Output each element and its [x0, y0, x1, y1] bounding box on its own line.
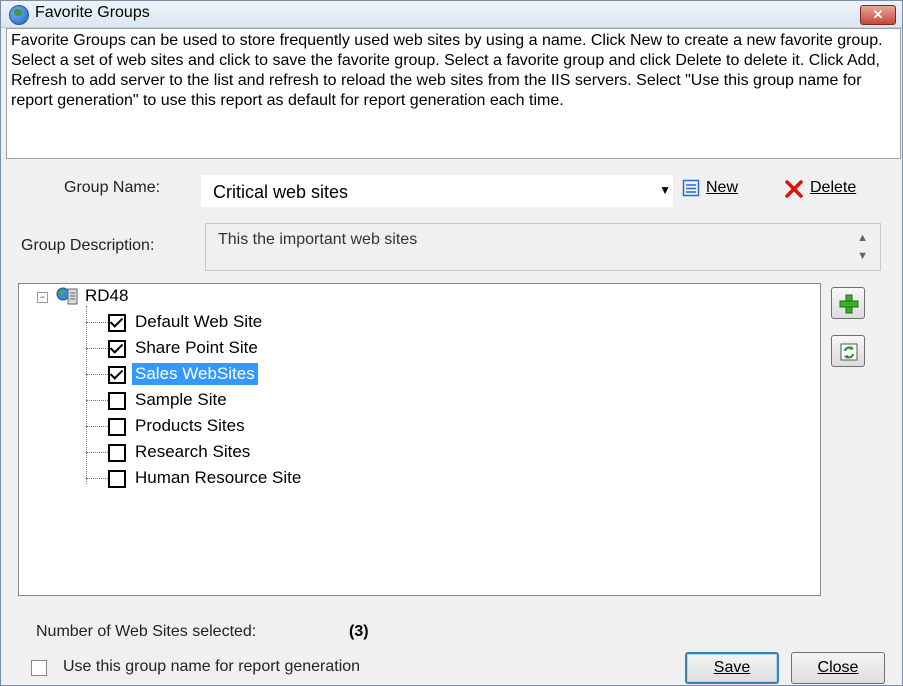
close-button[interactable]: Close: [791, 652, 885, 684]
tree-item-label[interactable]: Products Sites: [132, 415, 248, 437]
delete-link[interactable]: Delete: [810, 179, 856, 197]
close-button-label: Close: [817, 659, 859, 676]
tree-item[interactable]: Default Web Site: [86, 311, 786, 333]
tree-connector: [86, 452, 108, 453]
tree-item-checkbox[interactable]: [108, 470, 126, 488]
tree-item-checkbox[interactable]: [108, 314, 126, 332]
new-link[interactable]: New: [706, 179, 738, 197]
instructions-text: Favorite Groups can be used to store fre…: [6, 28, 901, 159]
delete-x-icon[interactable]: [784, 179, 804, 199]
tree-item-label[interactable]: Research Sites: [132, 441, 253, 463]
tree-connector: [86, 322, 108, 323]
title-bar: Favorite Groups ✕: [1, 1, 902, 28]
scroll-up-icon[interactable]: ▲: [857, 232, 868, 244]
tree-connector: [86, 426, 108, 427]
report-generation-label[interactable]: Use this group name for report generatio…: [63, 658, 360, 676]
window-close-button[interactable]: ✕: [860, 5, 896, 25]
group-name-value: Critical web sites: [213, 182, 349, 202]
collapse-toggle-icon[interactable]: −: [37, 292, 48, 303]
tree-item[interactable]: Sales WebSites: [86, 363, 786, 385]
add-server-button[interactable]: [831, 287, 865, 319]
scroll-down-icon[interactable]: ▼: [857, 250, 868, 262]
group-description-value: This the important web sites: [218, 231, 418, 248]
tree-item-checkbox[interactable]: [108, 444, 126, 462]
save-button-label: Save: [713, 659, 751, 676]
favorite-groups-dialog: Favorite Groups ✕ Favorite Groups can be…: [0, 0, 903, 686]
tree-connector: [86, 374, 108, 375]
tree-item[interactable]: Products Sites: [86, 415, 786, 437]
tree-item-checkbox[interactable]: [108, 340, 126, 358]
selected-count-label: Number of Web Sites selected:: [36, 623, 257, 640]
group-name-combobox[interactable]: Critical web sites ▼: [201, 175, 673, 207]
tree-root-label[interactable]: RD48: [85, 286, 128, 306]
tree-item-checkbox[interactable]: [108, 392, 126, 410]
globe-icon: [9, 5, 29, 25]
group-description-label: Group Description:: [21, 237, 155, 254]
tree-item-label[interactable]: Human Resource Site: [132, 467, 304, 489]
tree-connector: [86, 400, 108, 401]
tree-item[interactable]: Share Point Site: [86, 337, 786, 359]
tree-connector: [86, 348, 108, 349]
chevron-down-icon[interactable]: ▼: [659, 183, 671, 197]
refresh-icon: [840, 343, 858, 361]
plus-icon: [839, 294, 859, 314]
delete-link-label: Delete: [810, 179, 857, 196]
tree-item-label[interactable]: Sample Site: [132, 389, 230, 411]
selected-count-value: (3): [349, 623, 369, 640]
tree-item[interactable]: Human Resource Site: [86, 467, 786, 489]
tree-item-label[interactable]: Sales WebSites: [132, 363, 258, 385]
tree-item-checkbox[interactable]: [108, 418, 126, 436]
new-link-label: New: [706, 179, 739, 196]
save-button[interactable]: Save: [685, 652, 779, 684]
group-description-field[interactable]: This the important web sites ▲ ▼: [205, 223, 881, 271]
refresh-button[interactable]: [831, 335, 865, 367]
tree-item[interactable]: Research Sites: [86, 441, 786, 463]
report-generation-checkbox[interactable]: [31, 660, 47, 676]
server-icon: [56, 287, 78, 305]
web-sites-tree[interactable]: − RD48 Default Web Site Share Point Site S…: [18, 283, 821, 596]
tree-item-checkbox[interactable]: [108, 366, 126, 384]
tree-item[interactable]: Sample Site: [86, 389, 786, 411]
window-title: Favorite Groups: [35, 4, 150, 21]
tree-item-label[interactable]: Default Web Site: [132, 311, 265, 333]
tree-item-label[interactable]: Share Point Site: [132, 337, 261, 359]
tree-connector: [86, 478, 108, 479]
group-name-label: Group Name:: [64, 179, 161, 196]
new-document-icon[interactable]: [682, 179, 700, 197]
